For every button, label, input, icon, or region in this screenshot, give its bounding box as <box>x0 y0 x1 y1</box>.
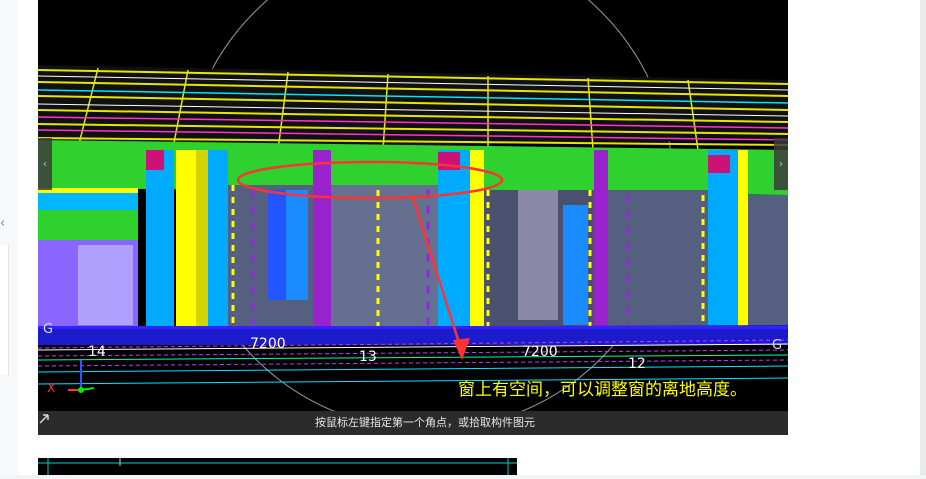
column <box>146 150 174 335</box>
status-bar: 按鼠标左键指定第一个角点，或拾取构件图元 <box>38 411 788 435</box>
axis-number: 14 <box>88 344 106 360</box>
next-screenshot-preview <box>38 458 517 475</box>
grid-letter: G <box>43 322 54 337</box>
grid-letter: G <box>772 338 783 353</box>
axis-x-label: X <box>47 381 56 395</box>
3d-viewport[interactable]: 7200 7200 14 13 12 G G X ‹ › ▼ 窗上有空间，可以调… <box>38 0 788 435</box>
annotation-caption: 窗上有空间，可以调整窗的离地高度。 <box>458 380 747 400</box>
axis-number: 13 <box>359 349 377 365</box>
status-hint: 按鼠标左键指定第一个角点，或拾取构件图元 <box>315 416 535 429</box>
dimension-label: 7200 <box>522 344 558 360</box>
collapse-left-icon[interactable]: ‹ <box>0 214 10 234</box>
window-bay-2 <box>331 185 441 330</box>
cursor-hint-icon <box>39 414 49 424</box>
model-scene <box>38 0 788 431</box>
window-bay-4 <box>608 190 708 330</box>
pan-left-icon[interactable]: ‹ <box>38 138 52 190</box>
pan-right-icon[interactable]: › <box>774 138 788 190</box>
left-rail: ‹ <box>0 0 18 475</box>
axis-number: 12 <box>628 356 646 372</box>
rail-panel <box>0 245 9 375</box>
dimension-label: 7200 <box>250 336 286 352</box>
right-border <box>920 0 926 475</box>
